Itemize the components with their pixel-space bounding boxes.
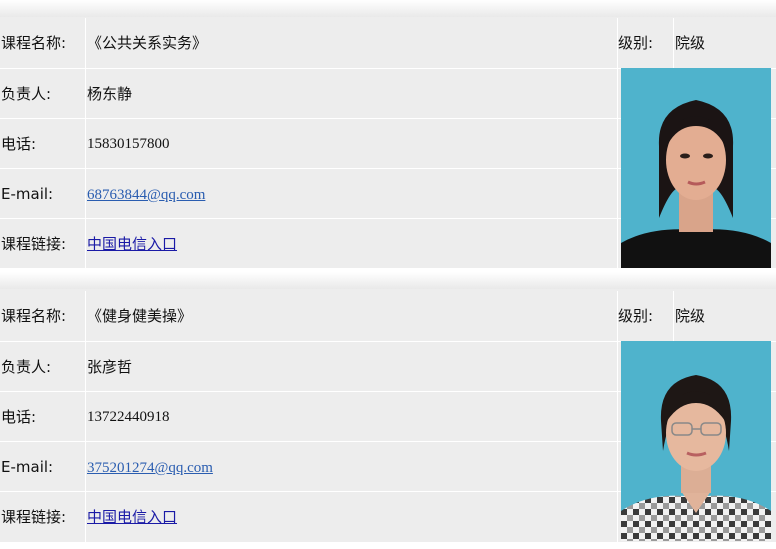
course-link-label: 课程链接: [1, 508, 67, 526]
course-link-label: 课程链接: [1, 235, 67, 253]
course-link[interactable]: 中国电信入口 [87, 508, 177, 526]
course-name-row: 课程名称: 《公共关系实务》 级别: 院级 [0, 18, 776, 68]
course-link-cell: 中国电信入口 [87, 492, 177, 542]
course-name-label: 课程名称: [1, 307, 67, 325]
level-value: 院级 [675, 307, 706, 325]
column-divider [673, 291, 674, 341]
page-bottom [0, 542, 776, 549]
owner-value: 杨东静 [87, 85, 133, 103]
owner-label: 负责人: [1, 358, 52, 376]
course-card-2: 课程名称: 《健身健美操》 级别: 院级 负责人: 张彦哲 电话: 137224… [0, 272, 776, 542]
card-top-band [0, 0, 776, 17]
column-divider [617, 291, 618, 542]
owner-label: 负责人: [1, 85, 52, 103]
column-divider [617, 18, 618, 268]
phone-label: 电话: [1, 135, 37, 153]
owner-photo [621, 68, 771, 268]
course-name-row: 课程名称: 《健身健美操》 级别: 院级 [0, 291, 776, 341]
email-link[interactable]: 68763844@qq.com [87, 187, 205, 203]
level-label: 级别: [618, 307, 654, 325]
level-value: 院级 [675, 34, 706, 52]
email-link[interactable]: 375201274@qq.com [87, 460, 213, 476]
course-link[interactable]: 中国电信入口 [87, 235, 177, 253]
course-link-cell: 中国电信入口 [87, 219, 177, 269]
level-label: 级别: [618, 34, 654, 52]
column-divider [85, 18, 86, 268]
phone-value: 13722440918 [87, 409, 170, 425]
course-name-value: 《健身健美操》 [87, 307, 193, 325]
course-card-1: 课程名称: 《公共关系实务》 级别: 院级 负责人: 杨东静 电话: 15830… [0, 0, 776, 268]
email-label: E-mail: [1, 458, 54, 476]
card-top-band [0, 272, 776, 289]
phone-value: 15830157800 [87, 136, 170, 152]
email-cell: 68763844@qq.com [87, 169, 205, 220]
course-name-value: 《公共关系实务》 [87, 34, 208, 52]
column-divider [673, 18, 674, 68]
phone-label: 电话: [1, 408, 37, 426]
email-cell: 375201274@qq.com [87, 442, 213, 493]
owner-photo [621, 341, 771, 541]
course-name-label: 课程名称: [1, 34, 67, 52]
column-divider [85, 291, 86, 542]
owner-value: 张彦哲 [87, 358, 133, 376]
email-label: E-mail: [1, 185, 54, 203]
